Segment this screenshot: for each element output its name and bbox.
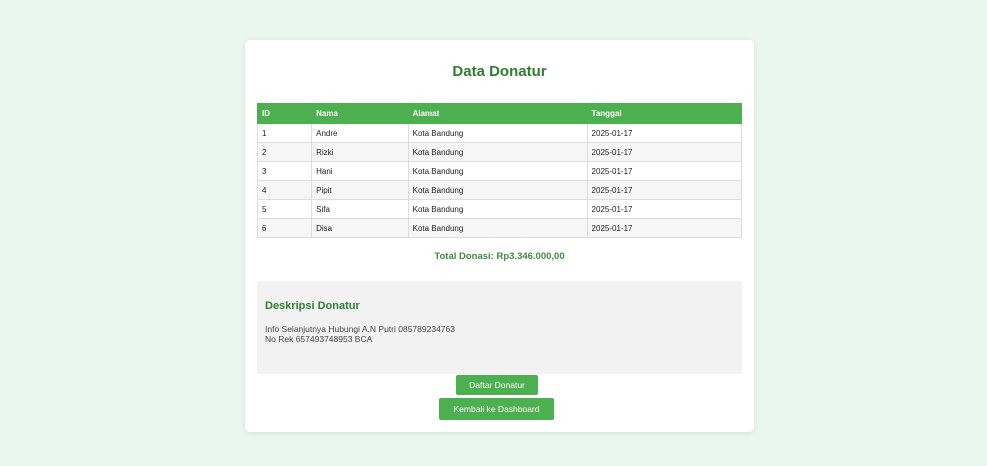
cell-alamat: Kota Bandung xyxy=(407,199,588,219)
column-header-nama: Nama xyxy=(311,103,409,124)
cell-alamat: Kota Bandung xyxy=(407,142,588,162)
total-donasi: Total Donasi: Rp3.346.000,00 xyxy=(434,251,565,262)
cell-tanggal: 2025-01-17 xyxy=(586,123,743,143)
donatur-table: ID Nama Alamat Tanggal 1 Andre Kota Band… xyxy=(256,103,743,238)
cell-id: 5 xyxy=(256,199,313,219)
column-header-id: ID xyxy=(256,103,313,124)
kembali-dashboard-button[interactable]: Kembali ke Dashboard xyxy=(439,398,554,420)
cell-nama: Hani xyxy=(311,161,409,181)
cell-nama: Andre xyxy=(311,123,409,143)
cell-alamat: Kota Bandung xyxy=(407,123,588,143)
main-card: Data Donatur ID Nama Alamat Tanggal 1 An… xyxy=(245,40,754,432)
column-header-tanggal: Tanggal xyxy=(586,103,743,124)
cell-id: 4 xyxy=(256,180,313,200)
table-row: 5 Sifa Kota Bandung 2025-01-17 xyxy=(256,199,743,219)
table-row: 3 Hani Kota Bandung 2025-01-17 xyxy=(256,161,743,181)
column-header-alamat: Alamat xyxy=(407,103,588,124)
daftar-donatur-button[interactable]: Daftar Donatur xyxy=(456,375,538,395)
description-account: No Rek 657493748953 BCA xyxy=(265,334,373,344)
table-row: 1 Andre Kota Bandung 2025-01-17 xyxy=(256,123,743,143)
table-row: 4 Pipit Kota Bandung 2025-01-17 xyxy=(256,180,743,200)
table-row: 2 Rizki Kota Bandung 2025-01-17 xyxy=(256,142,743,162)
cell-id: 6 xyxy=(256,218,313,238)
cell-tanggal: 2025-01-17 xyxy=(586,180,743,200)
table-header-row: ID Nama Alamat Tanggal xyxy=(256,103,743,124)
page-title: Data Donatur xyxy=(452,63,547,80)
cell-id: 3 xyxy=(256,161,313,181)
cell-nama: Rizki xyxy=(311,142,409,162)
description-contact: Info Selanjutnya Hubungi A.N Putri 08578… xyxy=(265,324,455,334)
cell-nama: Pipit xyxy=(311,180,409,200)
cell-tanggal: 2025-01-17 xyxy=(586,218,743,238)
cell-id: 1 xyxy=(256,123,313,143)
cell-tanggal: 2025-01-17 xyxy=(586,142,743,162)
description-box: Deskripsi Donatur Info Selanjutnya Hubun… xyxy=(257,281,742,374)
cell-alamat: Kota Bandung xyxy=(407,161,588,181)
cell-alamat: Kota Bandung xyxy=(407,180,588,200)
cell-alamat: Kota Bandung xyxy=(407,218,588,238)
cell-tanggal: 2025-01-17 xyxy=(586,199,743,219)
cell-nama: Disa xyxy=(311,218,409,238)
cell-nama: Sifa xyxy=(311,199,409,219)
cell-tanggal: 2025-01-17 xyxy=(586,161,743,181)
table-row: 6 Disa Kota Bandung 2025-01-17 xyxy=(256,218,743,238)
cell-id: 2 xyxy=(256,142,313,162)
description-text: Info Selanjutnya Hubungi A.N Putri 08578… xyxy=(265,324,455,344)
description-title: Deskripsi Donatur xyxy=(265,300,360,312)
